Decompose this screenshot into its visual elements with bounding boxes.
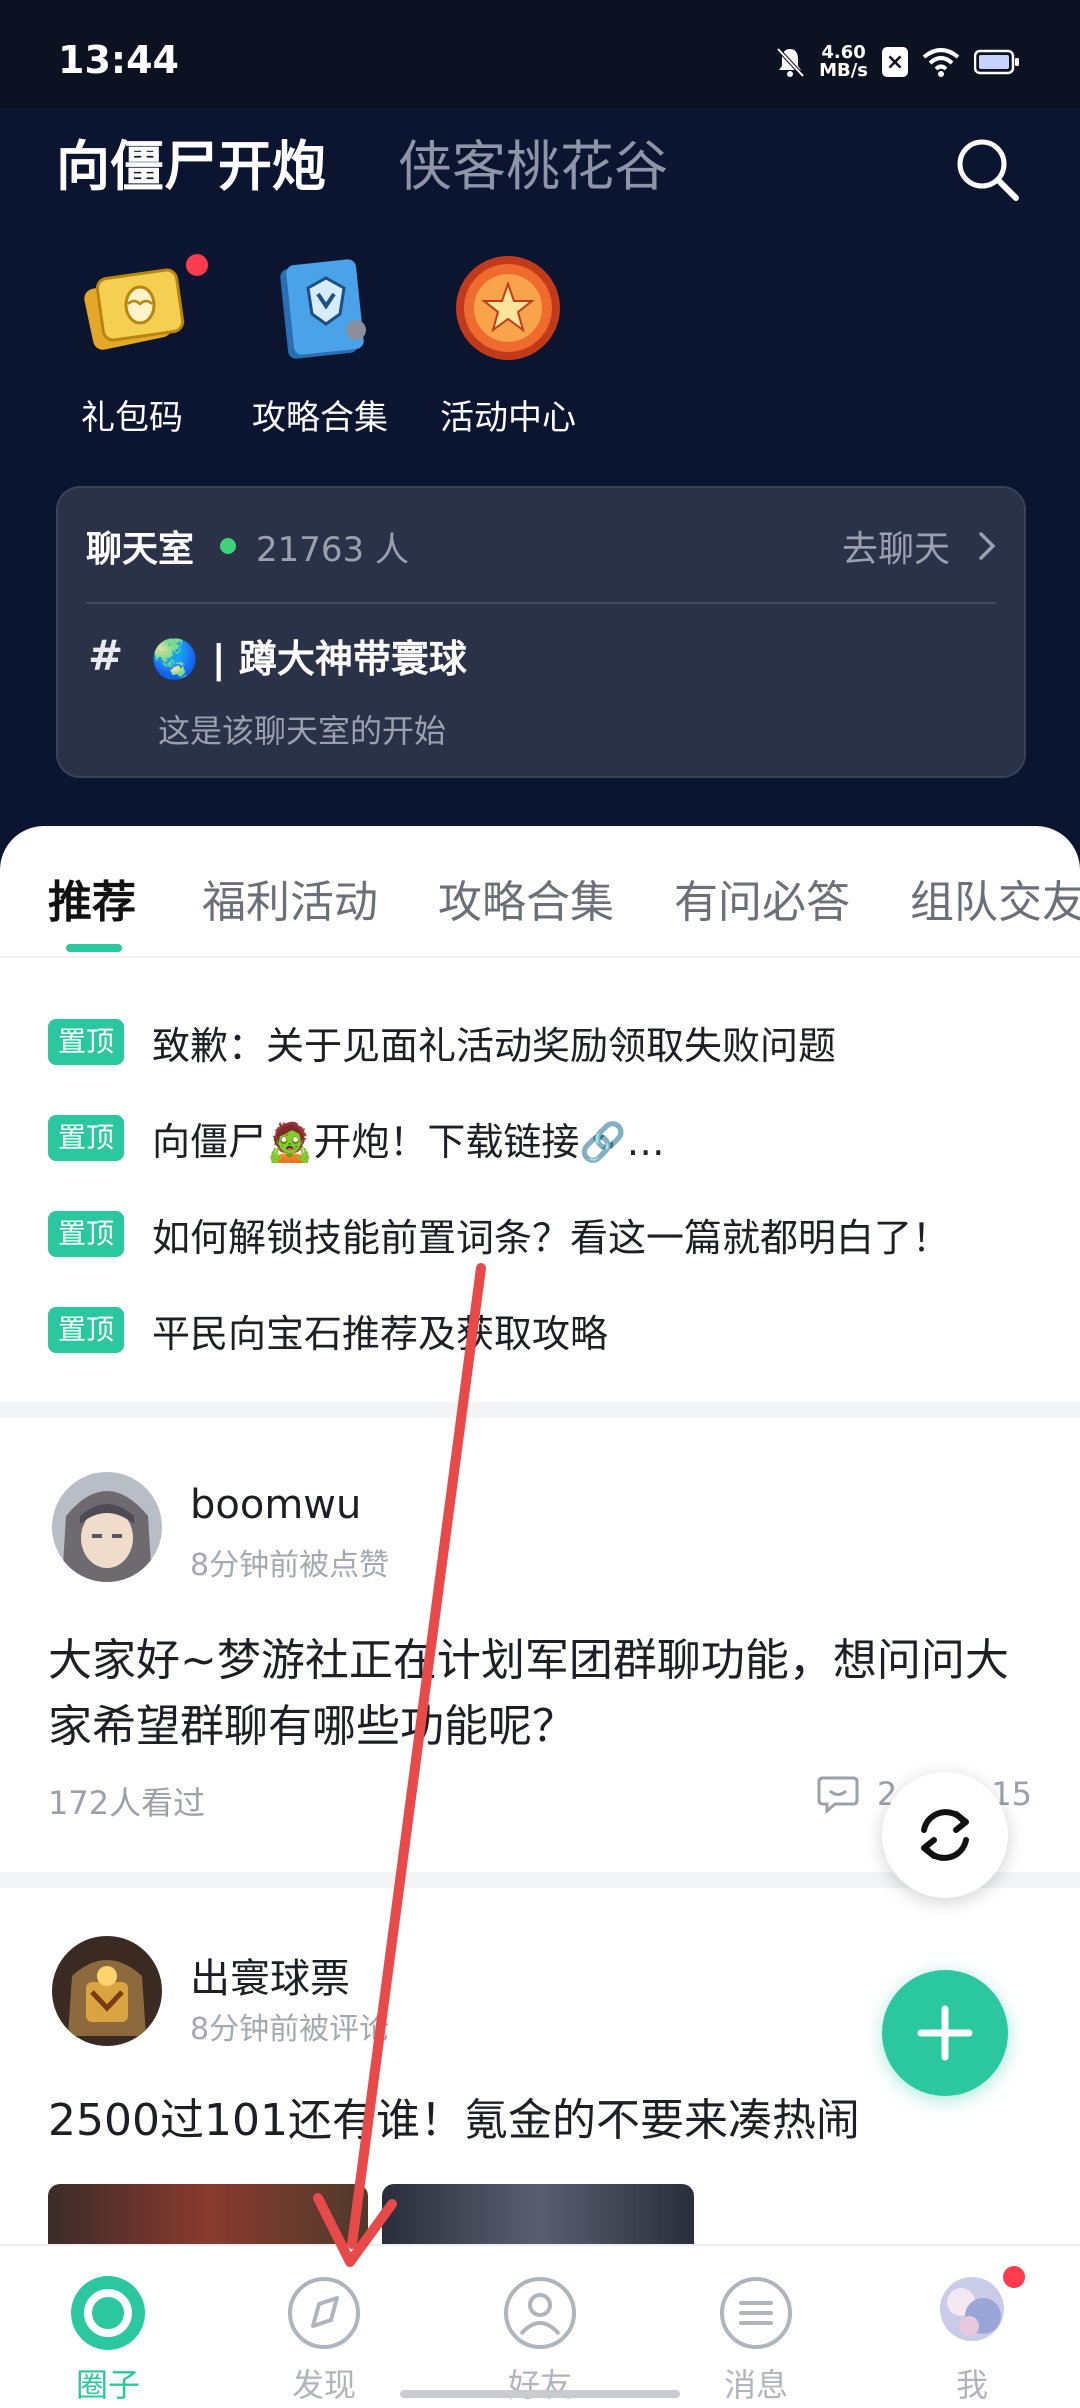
game-tab-other[interactable]: 侠客桃花谷 — [398, 122, 668, 201]
go-chat-link[interactable]: 去聊天 — [842, 520, 996, 572]
status-icons: 4.60 MB/s × — [775, 40, 1020, 84]
avatar[interactable] — [52, 1472, 162, 1582]
pinned-post[interactable]: 置顶 向僵尸🧟开炮！下载链接🔗… — [48, 1108, 665, 1168]
plus-icon — [917, 2005, 973, 2061]
pinned-post[interactable]: 置顶 如何解锁技能前置词条？看这一篇就都明白了！ — [48, 1204, 950, 1264]
comment-icon[interactable] — [817, 1774, 859, 1814]
chat-divider — [86, 602, 996, 604]
pinned-title: 致歉：关于见面礼活动奖励领取失败问题 — [152, 1023, 837, 1068]
bottom-navigation: 圈子 发现 好友 消息 我 — [0, 2244, 1080, 2408]
chat-room-card[interactable]: 聊天室 21763 人 去聊天 # 🌏 | 蹲大神带寰球 这是该聊天室的开始 — [56, 486, 1026, 778]
nav-me[interactable]: 我 — [864, 2246, 1080, 2408]
post-meta: 8分钟前被点赞 — [190, 1548, 390, 1583]
tab-team[interactable]: 组队交友 — [910, 866, 1080, 930]
nav-friends[interactable]: 好友 — [432, 2246, 648, 2408]
add-post-button[interactable] — [882, 1970, 1008, 2096]
wifi-icon — [922, 48, 960, 77]
category-tabs: 推荐 福利活动 攻略合集 有问必答 组队交友 — [0, 866, 1080, 946]
shortcut-guide-collection[interactable]: 攻略合集 — [235, 248, 405, 439]
post-content[interactable]: 大家好~梦游社正在计划军团群聊功能，想问问大家希望群聊有哪些功能呢？ — [48, 1628, 1038, 1760]
online-status-dot — [220, 538, 237, 554]
post-username[interactable]: 出寰球票 — [190, 1946, 350, 2004]
nav-messages[interactable]: 消息 — [648, 2246, 864, 2408]
home-indicator — [400, 2390, 680, 2398]
post-content[interactable]: 2500过101还有谁！氪金的不要来凑热闹 — [48, 2088, 1038, 2154]
battery-icon — [974, 49, 1019, 75]
channel-subtitle: 这是该聊天室的开始 — [158, 712, 447, 750]
hash-icon: # — [88, 631, 124, 680]
refresh-button[interactable] — [882, 1772, 1008, 1898]
pinned-title: 向僵尸🧟开炮！下载链接🔗… — [152, 1119, 665, 1164]
active-tab-indicator — [66, 944, 122, 952]
close-box-icon: × — [882, 47, 908, 77]
refresh-icon — [921, 1809, 969, 1861]
pinned-badge: 置顶 — [48, 1115, 125, 1161]
post-image[interactable] — [382, 2184, 694, 2244]
notification-dot — [186, 254, 208, 276]
chevron-right-icon — [979, 532, 996, 560]
game-tab-active[interactable]: 向僵尸开炮 — [56, 122, 326, 201]
nav-circle[interactable]: 圈子 — [0, 2246, 216, 2408]
pinned-title: 平民向宝石推荐及获取攻略 — [152, 1311, 609, 1356]
circle-icon — [71, 2276, 145, 2350]
chat-room-title: 聊天室 — [86, 529, 195, 570]
search-button[interactable] — [950, 132, 1026, 208]
mute-bell-icon — [776, 47, 805, 78]
online-count: 21763 人 — [256, 529, 409, 570]
post-image[interactable] — [48, 2184, 368, 2244]
shortcut-event-center[interactable]: 活动中心 — [423, 248, 593, 439]
tab-recommend[interactable]: 推荐 — [48, 866, 136, 930]
net-speed: 4.60 MB/s — [819, 42, 868, 81]
shortcut-label: 礼包码 — [81, 398, 183, 438]
gift-ticket-icon — [84, 268, 185, 350]
star-badge-icon — [456, 256, 560, 360]
pinned-title: 如何解锁技能前置词条？看这一篇就都明白了！ — [152, 1215, 951, 1260]
avatar-icon — [940, 2277, 1004, 2341]
tab-guides[interactable]: 攻略合集 — [438, 866, 614, 930]
notification-dot — [1003, 2266, 1025, 2288]
post-meta: 8分钟前被评论 — [190, 2012, 390, 2047]
channel-name: 🌏 | 蹲大神带寰球 — [151, 637, 467, 681]
pinned-badge: 置顶 — [48, 1211, 125, 1257]
nav-discover[interactable]: 发现 — [216, 2246, 432, 2408]
pinned-post[interactable]: 置顶 平民向宝石推荐及获取攻略 — [48, 1300, 608, 1360]
pinned-badge: 置顶 — [48, 1019, 125, 1065]
guide-book-icon — [280, 259, 366, 359]
compass-icon — [288, 2277, 360, 2349]
shortcut-gift-code[interactable]: 礼包码 — [47, 248, 217, 439]
post-username[interactable]: boomwu — [190, 1482, 361, 1528]
pinned-badge: 置顶 — [48, 1307, 125, 1353]
friend-icon — [504, 2277, 576, 2349]
tab-welfare[interactable]: 福利活动 — [202, 866, 378, 930]
globe-icon: 🌏 — [151, 637, 199, 681]
chat-channel-row[interactable]: # 🌏 | 蹲大神带寰球 — [88, 628, 467, 683]
tab-qa[interactable]: 有问必答 — [674, 866, 850, 930]
post-views: 172人看过 — [48, 1784, 206, 1822]
pinned-post[interactable]: 置顶 致歉：关于见面礼活动奖励领取失败问题 — [48, 1012, 836, 1072]
shortcut-label: 活动中心 — [440, 398, 576, 438]
message-icon — [720, 2277, 792, 2349]
avatar[interactable] — [52, 1936, 162, 2046]
shortcut-label: 攻略合集 — [252, 398, 388, 438]
section-separator — [0, 1402, 1080, 1418]
status-time: 13:44 — [58, 38, 179, 82]
status-bar: 13:44 4.60 MB/s × — [0, 0, 1080, 108]
tabs-divider — [0, 956, 1080, 958]
search-icon — [957, 139, 1019, 201]
game-header-area: 向僵尸开炮 侠客桃花谷 礼包码 攻略合集 活动中心 聊天室 21763 人 去聊… — [0, 108, 1080, 868]
